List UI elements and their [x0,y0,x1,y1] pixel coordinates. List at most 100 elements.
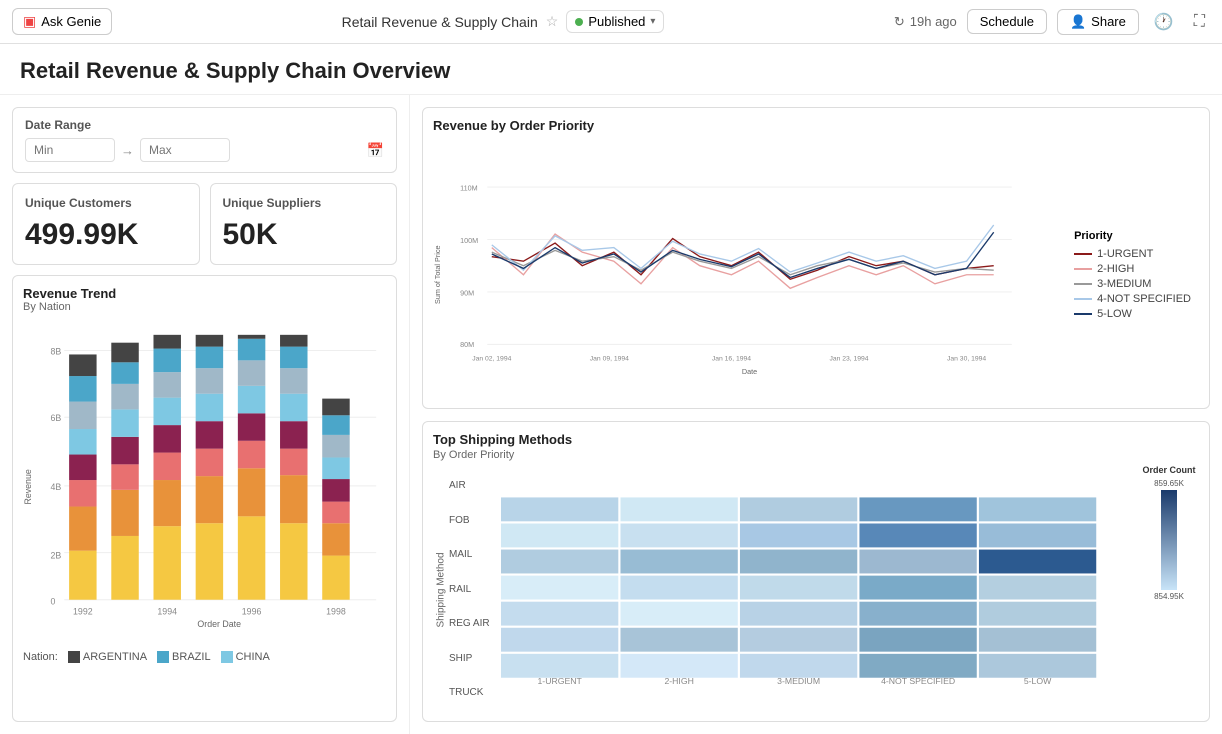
share-icon: 👤 [1070,14,1086,30]
nation-argentina: ARGENTINA [68,651,147,663]
page-title: Retail Revenue & Supply Chain Overview [20,58,1202,84]
brazil-swatch [157,651,169,663]
brazil-label: BRAZIL [172,651,211,663]
svg-text:3-MEDIUM: 3-MEDIUM [777,676,820,686]
topbar: ▣ Ask Genie Retail Revenue & Supply Chai… [0,0,1222,44]
left-panel: Date Range → 📅 Unique Customers 499.99K … [0,95,410,734]
medium-label: 3-MEDIUM [1097,278,1151,290]
svg-text:2B: 2B [50,551,61,561]
right-panel: Revenue by Order Priority Sum of Total P… [410,95,1222,734]
urgent-label: 1-URGENT [1097,248,1153,260]
published-badge[interactable]: Published ▾ [566,10,664,33]
y-regair: REG AIR [449,618,497,629]
svg-text:6B: 6B [50,413,61,423]
shipping-y-axis-label: Shipping Method [433,465,449,715]
legend-high: 2-HIGH [1074,263,1191,275]
urgent-color [1074,253,1092,255]
y-mail: MAIL [449,549,497,560]
y-rail: RAIL [449,584,497,595]
shipping-subtitle: By Order Priority [433,449,1199,461]
calendar-icon[interactable]: 📅 [367,142,384,159]
kpi-row: Unique Customers 499.99K Unique Supplier… [12,183,397,265]
china-swatch [221,651,233,663]
svg-text:Jan 23, 1994: Jan 23, 1994 [829,356,868,363]
topbar-right: ↻ 19h ago Schedule 👤 Share 🕐 ⛶ [894,9,1210,35]
bar-chart-container: Revenue 8B 6B 4B 2B 0 [23,317,386,647]
nation-legend-label: Nation: [23,651,58,663]
china-label: CHINA [236,651,270,663]
svg-text:1994: 1994 [157,606,177,616]
chevron-down-icon: ▾ [650,16,655,27]
svg-text:Sum of Total Price: Sum of Total Price [433,246,442,304]
customers-value: 499.99K [25,218,187,252]
schedule-button[interactable]: Schedule [967,9,1047,34]
refresh-label: 19h ago [910,14,957,29]
star-icon[interactable]: ☆ [546,13,559,30]
svg-text:90M: 90M [460,289,474,298]
history-icon-button[interactable]: 🕐 [1149,10,1179,34]
share-button[interactable]: 👤 Share [1057,9,1139,35]
dashboard-body: Date Range → 📅 Unique Customers 499.99K … [0,95,1222,734]
main-content: Retail Revenue & Supply Chain Overview D… [0,44,1222,734]
suppliers-value: 50K [223,218,385,252]
date-range-label: Date Range [25,118,384,132]
medium-color [1074,283,1092,285]
share-label: Share [1091,14,1126,29]
not-specified-color [1074,298,1092,300]
svg-text:4-NOT SPECIFIED: 4-NOT SPECIFIED [881,676,955,686]
legend-max-value: 859.65K [1154,479,1184,488]
low-color [1074,313,1092,315]
svg-text:5-LOW: 5-LOW [1024,676,1052,686]
status-label: Published [588,14,645,29]
status-dot [575,18,583,26]
low-label: 5-LOW [1097,308,1132,320]
nation-brazil: BRAZIL [157,651,211,663]
nation-legend: Nation: ARGENTINA BRAZIL CHINA [23,647,386,663]
legend-not-specified: 4-NOT SPECIFIED [1074,293,1191,305]
y-ship: SHIP [449,653,497,664]
svg-text:Jan 09, 1994: Jan 09, 1994 [590,356,629,363]
fullscreen-icon-button[interactable]: ⛶ [1189,11,1210,33]
date-min-input[interactable] [25,138,115,162]
ask-genie-button[interactable]: ▣ Ask Genie [12,8,112,35]
svg-text:Jan 02, 1994: Jan 02, 1994 [472,356,511,363]
unique-suppliers-card: Unique Suppliers 50K [210,183,398,265]
svg-text:4B: 4B [50,482,61,492]
revenue-trend-card: Revenue Trend By Nation Revenue 8B 6B 4B… [12,275,397,722]
date-range-inputs: → 📅 [25,138,384,162]
svg-text:Date: Date [742,367,757,376]
svg-text:8B: 8B [50,346,61,356]
shipping-title: Top Shipping Methods [433,432,1199,447]
argentina-swatch [68,651,80,663]
legend-low: 5-LOW [1074,308,1191,320]
svg-text:100M: 100M [460,236,478,245]
heatmap-legend: Order Count 859.65K 854.95K [1139,465,1199,715]
customers-label: Unique Customers [25,196,187,210]
date-range-box: Date Range → 📅 [12,107,397,173]
topbar-center: Retail Revenue & Supply Chain ☆ Publishe… [342,10,665,33]
revenue-trend-title: Revenue Trend [23,286,386,301]
svg-text:Jan 16, 1994: Jan 16, 1994 [712,356,751,363]
svg-text:1992: 1992 [73,606,93,616]
svg-text:0: 0 [50,597,55,607]
svg-text:80M: 80M [460,340,474,349]
revenue-by-priority-card: Revenue by Order Priority Sum of Total P… [422,107,1210,409]
revenue-by-priority-title: Revenue by Order Priority [433,118,1199,133]
line-chart-svg: Sum of Total Price 110M 100M 90M 80M [433,135,1066,415]
topbar-left: ▣ Ask Genie [12,8,112,35]
svg-text:1996: 1996 [242,606,262,616]
suppliers-label: Unique Suppliers [223,196,385,210]
nation-china: CHINA [221,651,270,663]
priority-legend: 1-URGENT 2-HIGH 3-MEDIUM [1074,248,1191,320]
date-max-input[interactable] [140,138,230,162]
high-label: 2-HIGH [1097,263,1134,275]
line-chart-legend: Priority 1-URGENT 2-HIGH [1066,135,1199,415]
priority-legend-title: Priority [1074,230,1191,242]
page-header: Retail Revenue & Supply Chain Overview [0,44,1222,95]
svg-text:Order Date: Order Date [197,619,241,629]
refresh-icon: ↻ [894,14,905,30]
shipping-methods-card: Top Shipping Methods By Order Priority S… [422,421,1210,723]
y-air: AIR [449,480,497,491]
date-arrow-icon: → [121,143,134,158]
refresh-info: ↻ 19h ago [894,14,957,30]
